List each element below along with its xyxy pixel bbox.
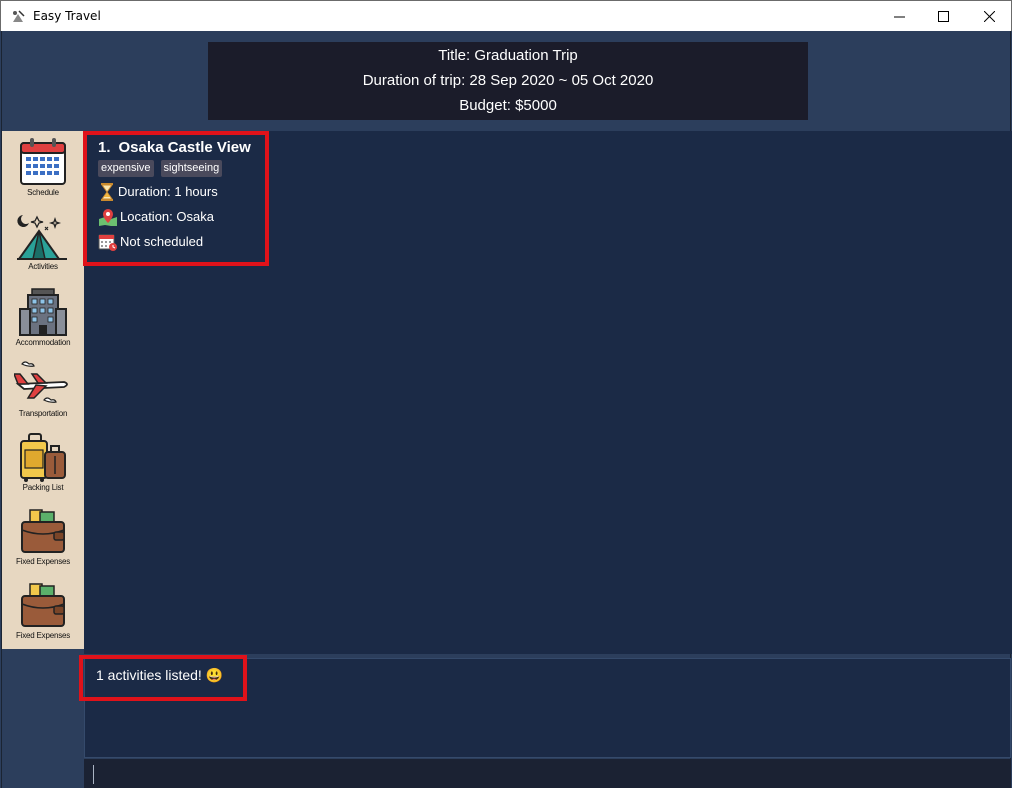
sidebar-item-schedule[interactable]: Schedule <box>2 131 84 204</box>
sidebar-item-label: Packing List <box>22 483 64 492</box>
text-caret <box>93 765 94 784</box>
window-titlebar: Easy Travel <box>0 0 1012 31</box>
wallet-icon <box>21 509 65 553</box>
sidebar-item-transportation[interactable]: Transportation <box>2 352 84 425</box>
luggage-icon <box>20 433 66 482</box>
sidebar-item-label: Activities <box>28 262 58 271</box>
trip-duration: Duration of trip: 28 Sep 2020 ~ 05 Oct 2… <box>362 72 654 89</box>
trip-summary: Title: Graduation Trip Duration of trip:… <box>208 42 808 120</box>
sidebar-item-fixed-expenses[interactable]: Fixed Expenses <box>2 500 84 573</box>
sidebar-item-packing-list[interactable]: Packing List <box>2 426 84 499</box>
command-input[interactable] <box>84 759 1011 788</box>
maximize-button[interactable] <box>920 1 966 31</box>
activity-card-highlight <box>83 131 269 266</box>
minimize-icon <box>893 16 905 17</box>
sidebar-item-label: Accommodation <box>15 338 71 347</box>
window-title: Easy Travel <box>33 9 101 23</box>
close-icon <box>983 10 995 22</box>
calendar-icon <box>20 138 66 185</box>
app-icon <box>13 10 25 22</box>
close-button[interactable] <box>966 1 1012 31</box>
sidebar-item-label: Fixed Expenses <box>15 557 71 566</box>
sidebar: Schedule Activities Accommodation Transp… <box>2 131 84 649</box>
sidebar-item-fixed-expenses-2[interactable]: Fixed Expenses <box>2 574 84 647</box>
sidebar-item-activities[interactable]: Activities <box>2 205 84 278</box>
trip-budget: Budget: $5000 <box>459 97 557 114</box>
sidebar-item-accommodation[interactable]: Accommodation <box>2 279 84 352</box>
wallet-icon <box>21 583 65 627</box>
minimize-button[interactable] <box>876 1 922 31</box>
sidebar-item-label: Fixed Expenses <box>15 631 71 640</box>
result-message-highlight <box>79 655 247 701</box>
sidebar-item-label: Schedule <box>27 188 59 197</box>
maximize-icon <box>937 10 949 22</box>
hotel-icon <box>19 288 67 336</box>
trip-title: Title: Graduation Trip <box>438 47 578 64</box>
sidebar-item-label: Transportation <box>18 409 68 418</box>
tent-icon <box>17 215 67 260</box>
airplane-icon <box>14 361 68 403</box>
